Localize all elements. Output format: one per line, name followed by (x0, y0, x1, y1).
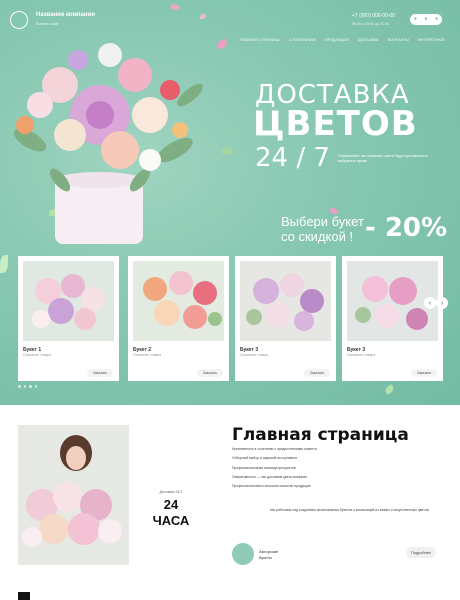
carousel-dots (18, 385, 37, 388)
carousel-next-button[interactable]: › (436, 297, 448, 309)
order-button[interactable]: Заказать (304, 369, 330, 377)
hero-title-24-7: 24 / 7 (255, 143, 330, 173)
nav-item-home[interactable]: ГЛАВНАЯ СТРАНИЦА (240, 38, 280, 42)
author-label: Авторские (259, 549, 279, 554)
leaf-decoration (0, 255, 8, 273)
nav-item-about[interactable]: О КОМПАНИИ (289, 38, 315, 42)
main-nav: ГЛАВНАЯ СТРАНИЦА О КОМПАНИИ ПРОДУКЦИЯ ДО… (240, 38, 445, 42)
product-desc: Описание товара (240, 353, 269, 357)
promo-discount: - 20% (365, 213, 448, 243)
promo-text-line-1: Выбери букет (281, 214, 364, 229)
flower-icon (232, 543, 254, 565)
vk-icon[interactable]: ● (414, 17, 417, 22)
carousel-dot[interactable] (18, 385, 21, 388)
product-carousel: Букет 1 Описание товара Заказать Букет 2… (18, 256, 458, 381)
carousel-dot[interactable] (34, 385, 37, 388)
carousel-dot[interactable] (29, 385, 32, 388)
leaf-decoration (383, 384, 396, 395)
nav-item-contacts[interactable]: КОНТАКТЫ (388, 38, 409, 42)
nav-item-interesting[interactable]: ИНТЕРЕСНОЕ (418, 38, 445, 42)
chevron-right-icon: › (440, 299, 444, 307)
promo-text-line-2: со скидкой ! (281, 229, 354, 244)
delivery-badge-unit: ЧАСА (152, 513, 190, 528)
list-item: Профессионализм и высокое качество проду… (232, 484, 311, 489)
product-image (240, 261, 331, 341)
product-desc: Описание товара (23, 353, 52, 357)
nav-item-delivery[interactable]: ДОСТАВКА (358, 38, 379, 42)
telegram-icon[interactable]: ● (435, 17, 438, 22)
product-card[interactable]: Букет 1 Описание товара Заказать (18, 256, 119, 381)
phone-number[interactable]: +7 (000) 000-00-00 (352, 13, 395, 19)
whatsapp-icon[interactable]: ● (424, 17, 427, 22)
nav-item-products[interactable]: ПРОДУКЦИЯ (325, 38, 349, 42)
hero-section: Название компании Бизнес-сайт +7 (000) 0… (0, 0, 460, 405)
advantages-list: Креативность в сочетании с предпочтениям… (232, 447, 442, 493)
list-item: Отборный выбор и широкий ассортимент (232, 456, 298, 461)
product-card[interactable]: Букет 2 Описание товара Заказать (128, 256, 229, 381)
delivery-badge-caption: Доставка 24/7 (159, 490, 183, 494)
hero-tagline: Оформляйте, мы привезём, цветы будут дос… (338, 154, 428, 164)
product-card[interactable]: Букет 3 Описание товара Заказать (342, 256, 443, 381)
product-desc: Описание товара (133, 353, 162, 357)
product-image (23, 261, 114, 341)
author-label: букеты (259, 555, 272, 560)
list-item: Креативность в сочетании с предпочтениям… (232, 447, 317, 451)
florist-photo (18, 425, 129, 565)
next-section-heading (18, 592, 30, 600)
social-links: ● ● ● (410, 14, 442, 25)
working-hours: Пн-Вс с 09:00 до 21:00 (352, 22, 389, 26)
product-desc: Описание товара (347, 353, 376, 357)
product-card[interactable]: Букет 3 Описание товара Заказать (235, 256, 336, 381)
order-button[interactable]: Заказать (197, 369, 223, 377)
carousel-prev-button[interactable]: ‹ (424, 297, 436, 309)
list-item: Оперативность — мы доставим цветы воврем… (232, 474, 307, 479)
list-item: Профессиональная команда флористов (232, 465, 296, 470)
product-image (133, 261, 224, 341)
order-button[interactable]: Заказать (87, 369, 113, 377)
about-paragraph: Мы работаем над созданием эксклюзивных б… (270, 508, 430, 512)
hero-title-line-2: ЦВЕТОВ (253, 104, 418, 144)
chevron-left-icon: ‹ (428, 299, 432, 307)
hero-bouquet-image (13, 43, 203, 244)
more-button[interactable]: Подробнее (406, 547, 436, 558)
about-title: Главная страница (232, 425, 409, 445)
brand-name[interactable]: Название компании (36, 12, 95, 18)
order-button[interactable]: Заказать (411, 369, 437, 377)
carousel-dot[interactable] (23, 385, 26, 388)
delivery-badge-hours: 24 (163, 497, 179, 512)
